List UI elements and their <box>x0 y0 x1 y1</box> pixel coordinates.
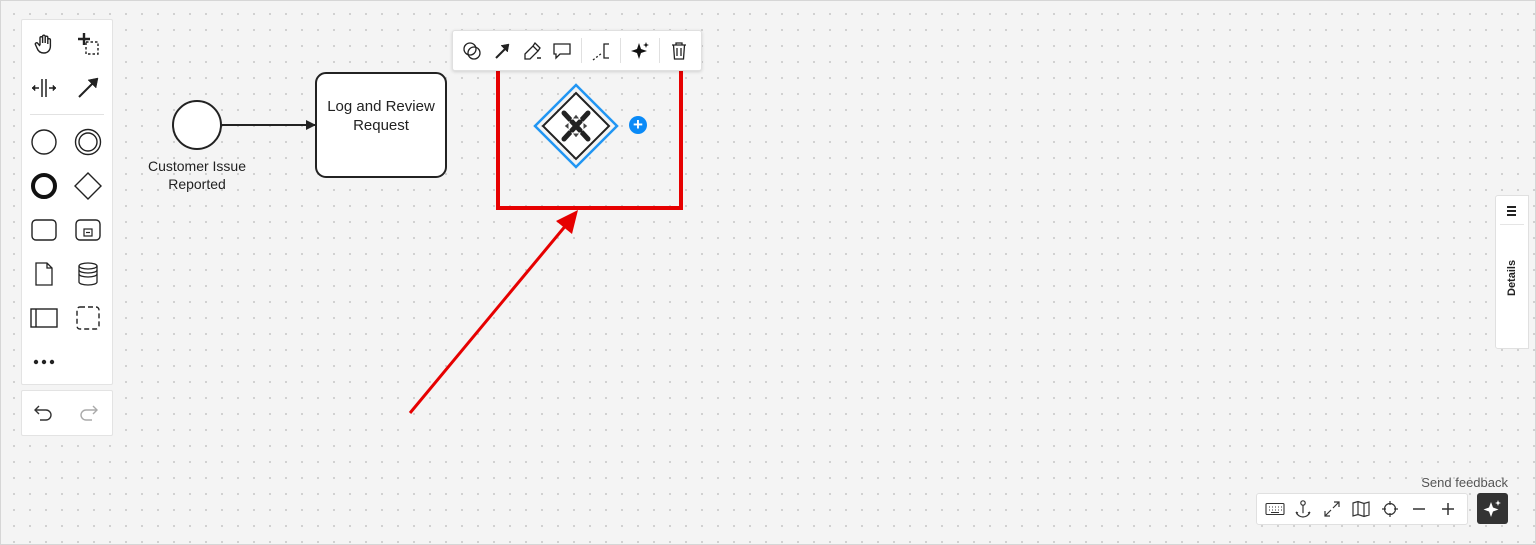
group-icon[interactable] <box>70 300 106 336</box>
undo-redo-panel <box>21 390 113 436</box>
keyboard-icon[interactable] <box>1262 496 1288 522</box>
task-label: Log and Review Request <box>327 98 435 134</box>
space-tool-icon[interactable] <box>26 70 62 106</box>
context-pad <box>452 30 702 71</box>
context-pad-separator <box>620 38 621 63</box>
pool-icon[interactable] <box>26 300 62 336</box>
color-icon[interactable] <box>517 35 547 66</box>
context-pad-separator <box>659 38 660 63</box>
data-store-icon[interactable] <box>70 256 106 292</box>
hand-tool-icon[interactable] <box>26 26 62 62</box>
text-annotation-icon[interactable] <box>586 35 616 66</box>
zoom-out-icon[interactable] <box>1406 496 1432 522</box>
fullscreen-icon[interactable] <box>1319 496 1345 522</box>
intermediate-event-icon[interactable] <box>70 124 106 160</box>
append-plus-icon[interactable]: + <box>629 116 647 134</box>
start-event-label: Customer Issue Reported <box>147 158 247 192</box>
anchor-icon[interactable] <box>1290 496 1316 522</box>
tool-palette <box>21 19 113 385</box>
menu-icon[interactable] <box>1505 204 1519 218</box>
highlight-arrow <box>408 210 578 414</box>
subprocess-icon[interactable] <box>70 212 106 248</box>
details-separator <box>1500 224 1524 225</box>
canvas-controls <box>1256 493 1468 525</box>
sparkle-icon <box>1483 499 1501 517</box>
comment-icon[interactable] <box>547 35 577 66</box>
send-feedback-link[interactable]: Send feedback <box>1400 475 1508 490</box>
change-type-icon[interactable] <box>457 35 487 66</box>
redo-icon[interactable] <box>70 395 106 431</box>
delete-icon[interactable] <box>664 35 694 66</box>
more-tools-icon[interactable] <box>26 344 62 380</box>
undo-icon[interactable] <box>26 395 62 431</box>
details-panel-tab: Details <box>1495 195 1529 349</box>
ai-sparkle-icon[interactable] <box>625 35 655 66</box>
lasso-tool-icon[interactable] <box>70 26 106 62</box>
zoom-in-icon[interactable] <box>1435 496 1461 522</box>
start-event[interactable] <box>172 100 222 150</box>
connect-icon[interactable] <box>487 35 517 66</box>
ai-assistant-button[interactable] <box>1477 493 1508 524</box>
global-connect-tool-icon[interactable] <box>70 70 106 106</box>
end-event-icon[interactable] <box>26 168 62 204</box>
details-label[interactable]: Details <box>1497 238 1527 318</box>
palette-separator <box>30 114 104 115</box>
task-icon[interactable] <box>26 212 62 248</box>
diagram-canvas[interactable] <box>0 0 1536 545</box>
start-event-icon[interactable] <box>26 124 62 160</box>
reset-view-icon[interactable] <box>1377 496 1403 522</box>
gateway-icon[interactable] <box>70 168 106 204</box>
context-pad-separator <box>581 38 582 63</box>
minimap-icon[interactable] <box>1348 496 1374 522</box>
exclusive-gateway[interactable] <box>533 83 619 169</box>
data-object-icon[interactable] <box>26 256 62 292</box>
